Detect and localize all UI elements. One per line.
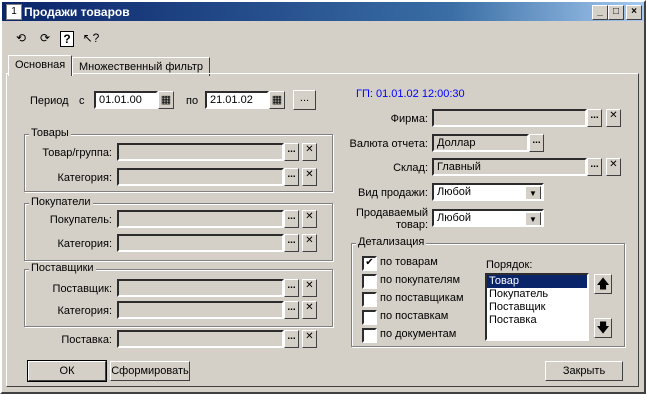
supplier-category-select-button[interactable]: ... xyxy=(284,301,299,319)
move-down-arrow-icon[interactable]: 🡇 xyxy=(594,318,612,338)
sale-type-label: Вид продажи: xyxy=(357,187,428,199)
goods-item-field[interactable] xyxy=(117,143,284,161)
supplier-category-field[interactable] xyxy=(117,301,284,319)
firm-field[interactable] xyxy=(432,109,587,127)
delivery-field[interactable] xyxy=(117,330,284,348)
detail-option-suppliers: по поставщикам xyxy=(380,292,464,304)
suppliers-group-title: Поставщики xyxy=(29,262,96,274)
order-listbox[interactable]: Товар Покупатель Поставщик Поставка xyxy=(485,273,589,341)
detail-checkbox-suppliers[interactable] xyxy=(362,292,377,307)
goods-category-field[interactable] xyxy=(117,168,284,186)
chevron-down-icon[interactable]: ▼ xyxy=(525,186,541,199)
supplier-field[interactable] xyxy=(117,279,284,297)
help-icon[interactable]: ? xyxy=(60,31,74,47)
buyers-group-title: Покупатели xyxy=(29,196,93,208)
delivery-select-button[interactable]: ... xyxy=(284,330,299,348)
calendar-from-icon[interactable]: ▦ xyxy=(158,91,174,109)
detail-checkbox-buyers[interactable] xyxy=(362,274,377,289)
period-label: Период xyxy=(30,95,69,107)
sale-type-value: Любой xyxy=(437,186,472,198)
move-up-arrow-icon[interactable]: 🡅 xyxy=(594,274,612,294)
period-more-button[interactable]: ... xyxy=(293,90,316,110)
refresh-left-icon[interactable]: ⟲ xyxy=(12,29,30,47)
detail-checkbox-documents[interactable] xyxy=(362,328,377,343)
detail-checkbox-deliveries[interactable] xyxy=(362,310,377,325)
supplier-label: Поставщик: xyxy=(52,283,112,295)
tab-main[interactable]: Основная xyxy=(8,55,73,76)
order-item[interactable]: Поставщик xyxy=(487,301,587,314)
firm-label: Фирма: xyxy=(390,113,428,125)
delivery-clear-button[interactable]: ✕ xyxy=(302,330,317,348)
goods-item-label: Товар/группа: xyxy=(42,147,112,159)
firm-clear-button[interactable]: ✕ xyxy=(606,109,621,127)
warehouse-select-button[interactable]: ... xyxy=(587,158,602,176)
order-label: Порядок: xyxy=(486,259,533,271)
buyer-select-button[interactable]: ... xyxy=(284,210,299,228)
supplier-category-label: Категория: xyxy=(57,305,112,317)
currency-label: Валюта отчета: xyxy=(349,138,428,150)
order-item[interactable]: Поставка xyxy=(487,314,587,327)
period-to-label: по xyxy=(186,95,199,107)
goods-item-clear-button[interactable]: ✕ xyxy=(302,143,317,161)
app-icon: 1 xyxy=(6,4,22,20)
goods-item-select-button[interactable]: ... xyxy=(284,143,299,161)
sold-goods-select[interactable]: Любой ▼ xyxy=(432,209,544,227)
close-button[interactable]: Закрыть xyxy=(545,361,623,381)
detail-option-goods: по товарам xyxy=(380,256,438,268)
buyer-category-select-button[interactable]: ... xyxy=(284,234,299,252)
minimize-button[interactable]: _ xyxy=(592,5,608,20)
delivery-label: Поставка: xyxy=(61,334,112,346)
sale-type-select[interactable]: Любой ▼ xyxy=(432,183,544,201)
pointer-help-icon[interactable]: ↖? xyxy=(82,29,100,47)
warehouse-field[interactable]: Главный xyxy=(432,158,587,176)
detail-group-title: Детализация xyxy=(356,236,427,248)
goods-category-clear-button[interactable]: ✕ xyxy=(302,168,317,186)
currency-select-button[interactable]: ... xyxy=(529,134,544,152)
detail-option-deliveries: по поставкам xyxy=(380,310,449,322)
gp-timestamp: ГП: 01.01.02 12:00:30 xyxy=(356,88,465,100)
goods-group-title: Товары xyxy=(29,127,71,139)
window-title: Продажи товаров xyxy=(24,5,130,19)
sold-goods-value: Любой xyxy=(437,212,472,224)
supplier-select-button[interactable]: ... xyxy=(284,279,299,297)
supplier-clear-button[interactable]: ✕ xyxy=(302,279,317,297)
currency-field[interactable]: Доллар xyxy=(432,134,529,152)
calendar-to-icon[interactable]: ▦ xyxy=(269,91,285,109)
form-report-button[interactable]: Сформировать xyxy=(110,361,190,381)
buyer-clear-button[interactable]: ✕ xyxy=(302,210,317,228)
warehouse-label: Склад: xyxy=(393,162,428,174)
buyer-category-field[interactable] xyxy=(117,234,284,252)
detail-option-documents: по документам xyxy=(380,328,457,340)
period-to-field[interactable]: 21.01.02 xyxy=(205,91,269,109)
order-item[interactable]: Покупатель xyxy=(487,288,587,301)
detail-checkbox-goods[interactable]: ✔ xyxy=(362,256,377,271)
buyer-category-clear-button[interactable]: ✕ xyxy=(302,234,317,252)
buyer-label: Покупатель: xyxy=(49,214,112,226)
order-item[interactable]: Товар xyxy=(487,275,587,288)
sold-goods-label-line1: Продаваемый xyxy=(355,207,428,219)
refresh-right-icon[interactable]: ⟳ xyxy=(36,29,54,47)
sold-goods-label-line2: товар: xyxy=(395,219,428,231)
maximize-button[interactable]: □ xyxy=(608,5,624,20)
firm-select-button[interactable]: ... xyxy=(587,109,602,127)
ok-button[interactable]: ОК xyxy=(27,360,107,382)
buyer-field[interactable] xyxy=(117,210,284,228)
buyer-category-label: Категория: xyxy=(57,238,112,250)
goods-category-select-button[interactable]: ... xyxy=(284,168,299,186)
goods-category-label: Категория: xyxy=(57,172,112,184)
warehouse-clear-button[interactable]: ✕ xyxy=(606,158,621,176)
period-from-field[interactable]: 01.01.00 xyxy=(94,91,158,109)
chevron-down-icon[interactable]: ▼ xyxy=(525,212,541,225)
period-from-label: с xyxy=(79,95,85,107)
title-bar[interactable]: 1 Продажи товаров _ □ × xyxy=(2,2,644,21)
supplier-category-clear-button[interactable]: ✕ xyxy=(302,301,317,319)
detail-option-buyers: по покупателям xyxy=(380,274,461,286)
close-window-button[interactable]: × xyxy=(626,5,642,20)
